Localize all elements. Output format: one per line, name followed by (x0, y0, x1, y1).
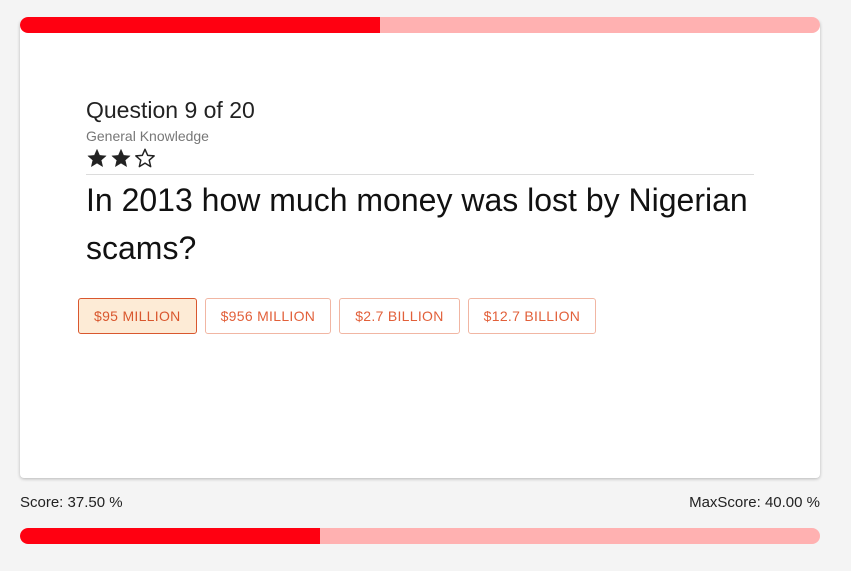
question-progress-fill (20, 17, 380, 33)
star-outline-icon (134, 147, 156, 169)
max-score-label: MaxScore: 40.00 % (689, 494, 820, 511)
question-category: General Knowledge (86, 128, 209, 144)
answer-button-1[interactable]: $95 MILLION (78, 298, 197, 334)
score-progress-bar (20, 528, 820, 544)
difficulty-stars (86, 146, 754, 170)
star-filled-icon (110, 147, 132, 169)
question-counter: Question 9 of 20 (86, 97, 255, 123)
question-text: In 2013 how much money was lost by Niger… (86, 182, 748, 266)
star-filled-icon (86, 147, 108, 169)
answer-button-3[interactable]: $2.7 BILLION (339, 298, 460, 334)
question-progress-bar (20, 17, 820, 33)
question-content: Question 9 of 20 General Knowledge In 20… (86, 96, 754, 272)
answer-button-2[interactable]: $956 MILLION (204, 298, 332, 334)
score-label: Score: 37.50 % (20, 494, 123, 511)
divider (86, 174, 754, 175)
question-card: Question 9 of 20 General Knowledge In 20… (20, 20, 820, 478)
quiz-page: Question 9 of 20 General Knowledge In 20… (0, 0, 851, 571)
answer-options: $95 MILLION $956 MILLION $2.7 BILLION $1… (78, 298, 597, 334)
answer-button-4[interactable]: $12.7 BILLION (467, 298, 597, 334)
score-progress-fill (20, 528, 320, 544)
